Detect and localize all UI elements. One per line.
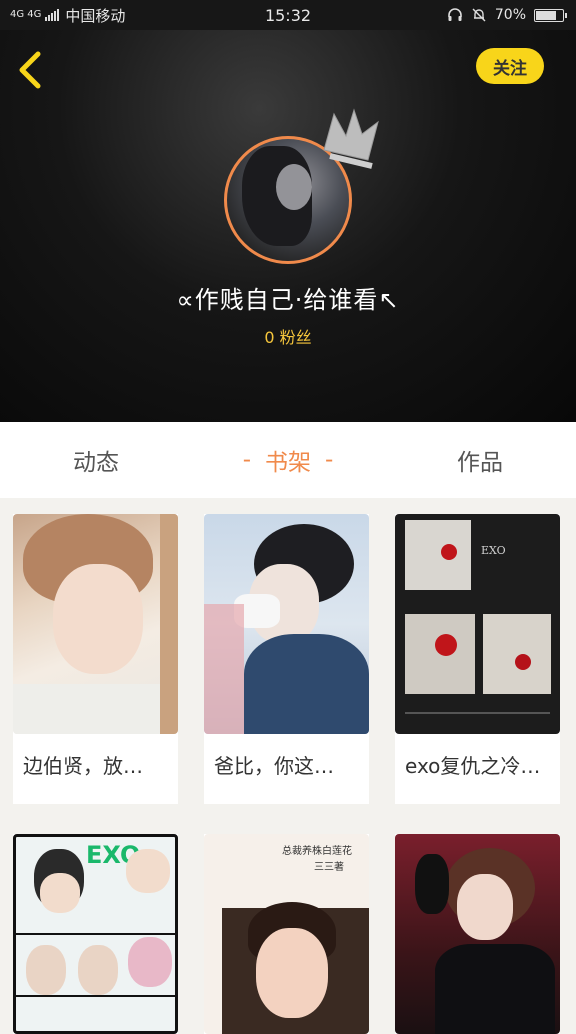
username: ∝作贱自己·给谁看↖ <box>176 286 400 314</box>
headphone-icon <box>448 8 462 21</box>
book-card[interactable]: EXO <box>13 834 178 1034</box>
avatar[interactable] <box>224 108 379 264</box>
tab-label: 书架 <box>265 450 311 476</box>
bell-off-icon <box>472 8 486 22</box>
tab-label: 动态 <box>73 450 119 476</box>
crown-icon <box>323 108 379 169</box>
carrier-name: 中国移动 <box>65 6 126 25</box>
battery-icon <box>534 8 567 22</box>
fans-count[interactable]: 0 粉丝 <box>0 324 576 348</box>
book-title: 爸比，你这… <box>214 754 334 778</box>
book-card[interactable]: 边伯贤，放… <box>13 514 178 804</box>
book-card[interactable]: 爸比，你这… <box>204 514 369 804</box>
tab-bookshelf[interactable]: - 书架 - <box>192 422 384 498</box>
book-cover: 总裁养株白莲花 三三著 <box>204 834 369 1034</box>
book-title: exo复仇之冷… <box>405 754 541 778</box>
book-card[interactable] <box>395 834 560 1034</box>
book-cover: EXO <box>13 834 178 1034</box>
back-button[interactable] <box>14 48 50 92</box>
status-bar: 4G 4G 中国移动 15:32 70% <box>0 0 576 30</box>
book-card[interactable]: EXO exo复仇之冷… <box>395 514 560 804</box>
follow-button[interactable]: 关注 <box>476 48 544 84</box>
book-cover: EXO <box>395 514 560 734</box>
profile-header: 关注 ∝作贱自己·给谁看↖ 0 粉丝 <box>0 30 576 422</box>
book-cover <box>13 514 178 734</box>
tab-works[interactable]: 作品 <box>384 422 576 498</box>
book-title: 边伯贤，放… <box>23 754 143 778</box>
book-cover <box>204 514 369 734</box>
cover-subtext: 三三著 <box>314 862 344 873</box>
tab-dynamics[interactable]: 动态 <box>0 422 192 498</box>
battery-percent: 70% <box>494 7 526 23</box>
chevron-left-icon <box>19 51 41 89</box>
tab-active-dash: - <box>325 447 334 473</box>
network-indicator: 4G 4G <box>10 9 42 20</box>
clock: 15:32 <box>264 5 312 25</box>
profile-tabs: 动态 - 书架 - 作品 <box>0 422 576 498</box>
cover-text: 总裁养株白莲花 <box>282 846 352 857</box>
signal-icon <box>45 9 60 21</box>
tab-label: 作品 <box>457 450 503 476</box>
tab-active-dash: - <box>242 447 251 473</box>
book-cover <box>395 834 560 1034</box>
book-card[interactable]: 总裁养株白莲花 三三著 <box>204 834 369 1034</box>
bookshelf-grid: 边伯贤，放… 爸比，你这… EXO exo复仇之冷… EXO 总裁养株白莲花 三… <box>0 498 576 1034</box>
